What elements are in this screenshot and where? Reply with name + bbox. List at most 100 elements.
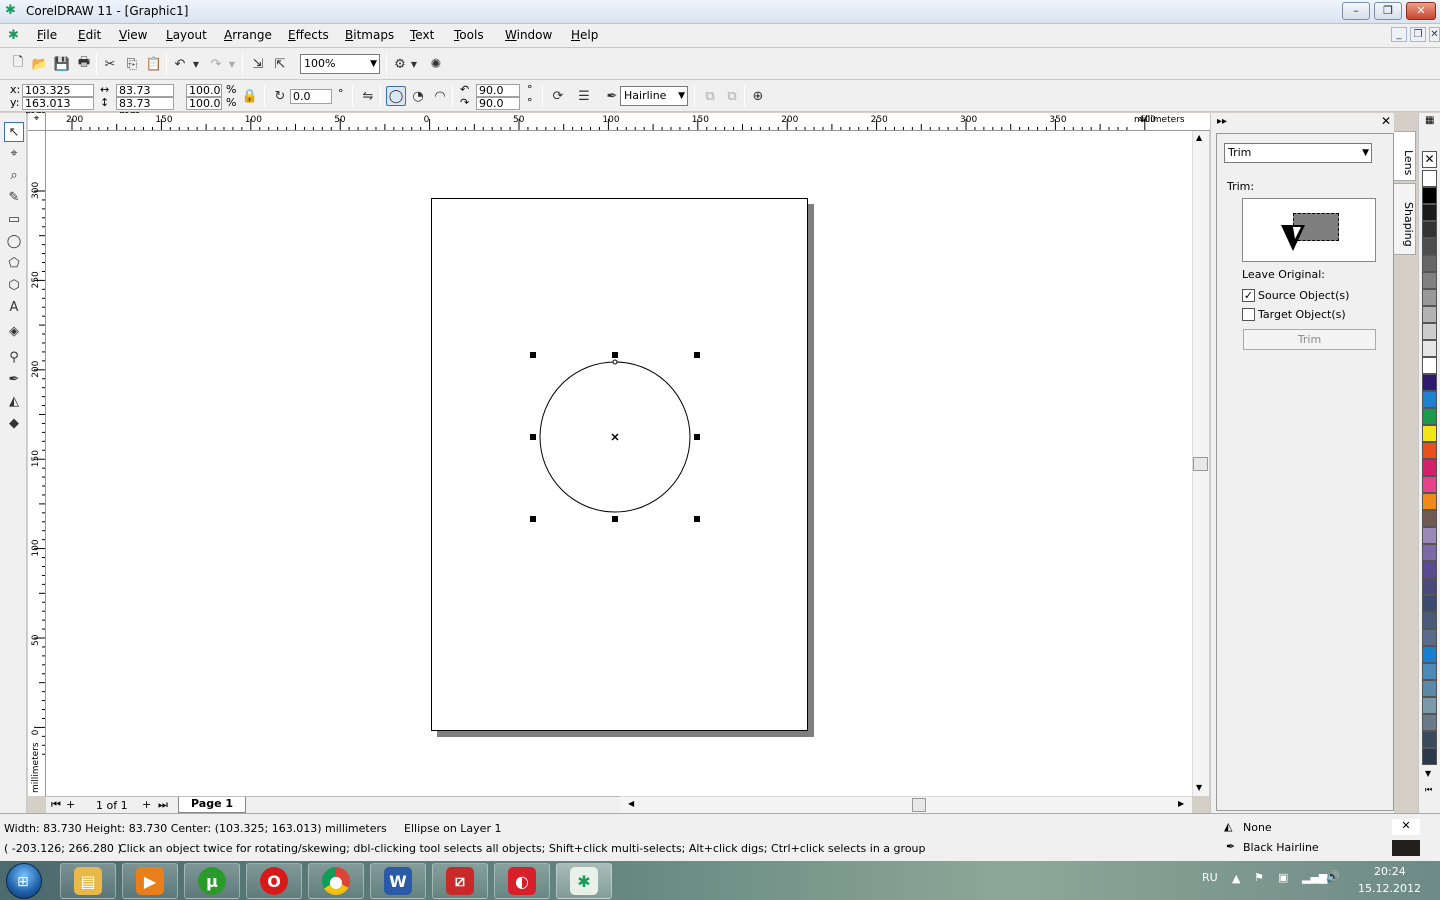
application-launcher-icon[interactable]: ⚙ (390, 54, 410, 74)
close-button[interactable]: ✕ (1406, 2, 1436, 20)
menu-window[interactable]: Window (505, 28, 552, 42)
color-swatch[interactable] (1422, 646, 1437, 663)
source-objects-checkbox[interactable]: ✓ (1242, 289, 1255, 302)
launcher-dropdown-icon[interactable]: ▼ (408, 54, 420, 74)
corel-online-icon[interactable]: ✺ (426, 54, 446, 74)
color-swatch[interactable] (1422, 629, 1437, 646)
color-swatch[interactable] (1422, 527, 1437, 544)
taskbar-explorer[interactable]: ▤ (60, 863, 116, 899)
undo-dropdown-icon[interactable]: ▼ (190, 54, 202, 74)
color-swatch[interactable] (1422, 289, 1437, 306)
color-swatch[interactable] (1422, 408, 1437, 425)
drawing-canvas[interactable] (46, 131, 1192, 796)
text-tool-icon[interactable]: A (4, 298, 24, 318)
handle-top[interactable] (612, 352, 618, 358)
color-swatch[interactable] (1422, 510, 1437, 527)
first-page-icon[interactable]: ⏮ (51, 798, 61, 812)
color-swatch[interactable] (1422, 204, 1437, 221)
doc-minimize-button[interactable]: _ (1391, 27, 1407, 42)
new-icon[interactable]: 🗋 (8, 54, 28, 74)
color-swatch[interactable] (1422, 476, 1437, 493)
color-swatch[interactable] (1422, 663, 1437, 680)
to-front-icon[interactable]: ⧉ (700, 86, 720, 106)
taskbar-app-red[interactable]: ◐ (494, 863, 550, 899)
height-field[interactable]: 83.73 mm (116, 97, 174, 120)
ellipse-tool-icon[interactable]: ◯ (4, 232, 24, 252)
tray-device-icon[interactable]: ▣ (1278, 871, 1288, 884)
no-color-swatch[interactable]: ✕ (1422, 151, 1437, 168)
handle-top-right[interactable] (694, 352, 700, 358)
color-swatch[interactable] (1422, 612, 1437, 629)
doc-close-button[interactable]: ✕ (1429, 27, 1440, 42)
color-swatch[interactable] (1422, 731, 1437, 748)
to-back-icon[interactable]: ⧉ (722, 86, 742, 106)
scroll-down-icon[interactable]: ▼ (1196, 783, 1202, 792)
paste-icon[interactable]: 📋 (144, 54, 164, 74)
color-swatch[interactable] (1422, 578, 1437, 595)
menu-view[interactable]: View (119, 28, 147, 42)
taskbar-media-player[interactable]: ▶ (122, 863, 178, 899)
menu-edit[interactable]: Edit (78, 28, 101, 42)
eyedropper-tool-icon[interactable]: ⚲ (4, 348, 24, 368)
export-icon[interactable]: ⇱ (270, 54, 290, 74)
vertical-scrollbar[interactable]: ▲ ▼ (1192, 131, 1209, 796)
outline-width-combo[interactable]: Hairline ▼ (620, 86, 688, 106)
outline-pen-icon[interactable]: ✒ (602, 86, 622, 106)
color-swatch[interactable] (1422, 714, 1437, 731)
volume-icon[interactable]: 🔊 (1326, 870, 1340, 883)
menu-bitmaps[interactable]: Bitmaps (345, 28, 394, 42)
rotate-icon[interactable]: ↻ (270, 86, 290, 106)
color-swatch[interactable] (1422, 544, 1437, 561)
menu-arrange[interactable]: Arrange (224, 28, 272, 42)
tray-app-icon[interactable]: ⚑ (1254, 871, 1264, 884)
color-swatch[interactable] (1422, 425, 1437, 442)
start-angle-field[interactable]: 90.0 (476, 84, 520, 97)
color-swatch[interactable] (1422, 340, 1437, 357)
y-position-field[interactable]: 163.013 mm (22, 97, 94, 120)
open-icon[interactable]: 📂 (30, 54, 50, 74)
handle-bottom-right[interactable] (694, 516, 700, 522)
taskbar-opera[interactable]: O (246, 863, 302, 899)
color-swatch[interactable] (1422, 187, 1437, 204)
undo-icon[interactable]: ↶ (170, 54, 190, 74)
color-swatch[interactable] (1422, 170, 1437, 187)
end-angle-field[interactable]: 90.0 (476, 97, 520, 110)
interactive-fill-tool-icon[interactable]: ◆ (4, 414, 24, 434)
scroll-left-icon[interactable]: ◀ (628, 799, 634, 808)
x-position-field[interactable]: 103.325 mm (22, 84, 94, 107)
redo-icon[interactable]: ↷ (206, 54, 226, 74)
save-icon[interactable]: 💾 (52, 54, 72, 74)
menu-file[interactable]: File (37, 28, 57, 42)
arc-mode-icon[interactable]: ◠ (430, 86, 450, 106)
taskbar-coreldraw[interactable]: ✱ (556, 863, 612, 899)
color-swatch[interactable] (1422, 595, 1437, 612)
cut-icon[interactable]: ✂ (100, 54, 120, 74)
horizontal-ruler[interactable]: 200 150 100 50 0 50 100 150 200 250 300 350 400milli… (46, 113, 1210, 131)
ellipse-mode-icon[interactable]: ◯ (386, 86, 406, 106)
scale-x-field[interactable]: 100.0 (186, 84, 222, 97)
fill-tool-icon[interactable]: ◭ (4, 392, 24, 412)
menu-layout[interactable]: Layout (166, 28, 207, 42)
color-swatch[interactable] (1422, 391, 1437, 408)
redo-dropdown-icon[interactable]: ▼ (226, 54, 238, 74)
page-tab[interactable]: Page 1 (178, 797, 247, 813)
shaping-mode-combo[interactable]: Trim ▼ (1224, 143, 1372, 163)
print-icon[interactable]: 🖶 (74, 54, 94, 74)
color-swatch[interactable] (1422, 697, 1437, 714)
clock-time[interactable]: 20:24 (1374, 865, 1406, 878)
docker-close-icon[interactable]: ✕ (1381, 114, 1391, 128)
lock-ratio-icon[interactable]: 🔒 (240, 86, 260, 106)
pick-tool-icon[interactable]: ↖ (4, 122, 24, 142)
document-icon[interactable]: ✱ (8, 28, 19, 43)
selection-overlay[interactable] (526, 349, 706, 529)
ellipse-node[interactable] (612, 359, 618, 365)
interactive-blend-tool-icon[interactable]: ◈ (4, 322, 24, 342)
import-icon[interactable]: ⇲ (248, 54, 268, 74)
color-swatch[interactable] (1422, 221, 1437, 238)
maximize-button[interactable]: ❐ (1374, 2, 1402, 20)
taskbar-acrobat[interactable]: ⧄ (432, 863, 488, 899)
outline-tool-icon[interactable]: ✒ (4, 370, 24, 390)
handle-top-left[interactable] (530, 352, 536, 358)
scale-y-field[interactable]: 100.0 (186, 97, 222, 110)
handle-bottom-left[interactable] (530, 516, 536, 522)
